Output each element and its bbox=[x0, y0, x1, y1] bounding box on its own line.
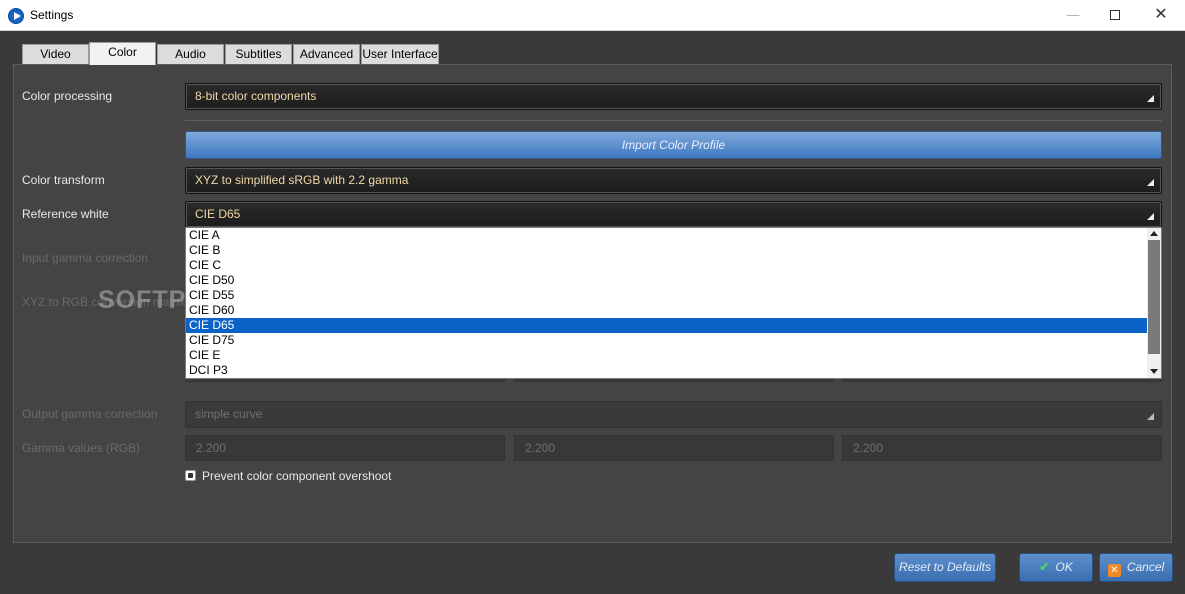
scroll-up-icon[interactable] bbox=[1150, 231, 1158, 236]
output-gamma-label: Output gamma correction bbox=[22, 407, 158, 421]
color-processing-value: 8-bit color components bbox=[195, 89, 317, 103]
color-transform-value: XYZ to simplified sRGB with 2.2 gamma bbox=[195, 173, 409, 187]
dropdown-arrow-icon bbox=[1147, 413, 1154, 420]
color-transform-select[interactable]: XYZ to simplified sRGB with 2.2 gamma bbox=[185, 167, 1162, 194]
cancel-icon: ✕ bbox=[1107, 564, 1121, 577]
tab-advanced[interactable]: Advanced bbox=[293, 44, 360, 64]
separator bbox=[185, 120, 1162, 121]
scrollbar-thumb[interactable] bbox=[1148, 240, 1160, 354]
ok-button[interactable]: ✔ OK bbox=[1019, 553, 1093, 582]
list-item[interactable]: CIE B bbox=[186, 243, 1147, 258]
list-item[interactable]: CIE E bbox=[186, 348, 1147, 363]
tab-subtitles[interactable]: Subtitles bbox=[225, 44, 292, 64]
scrollbar[interactable] bbox=[1147, 228, 1161, 378]
dropdown-arrow-icon bbox=[1147, 179, 1154, 186]
tab-color[interactable]: Color bbox=[89, 42, 156, 65]
list-item-selected[interactable]: CIE D65 bbox=[186, 318, 1147, 333]
app-icon bbox=[8, 8, 24, 24]
prevent-overshoot-label: Prevent color component overshoot bbox=[202, 469, 392, 483]
list-item[interactable]: CIE D60 bbox=[186, 303, 1147, 318]
window-title: Settings bbox=[30, 8, 74, 22]
cancel-label: Cancel bbox=[1126, 560, 1165, 574]
list-item[interactable]: CIE A bbox=[186, 228, 1147, 243]
minimize-button[interactable]: — bbox=[1050, 0, 1096, 30]
cancel-button[interactable]: ✕ Cancel bbox=[1099, 553, 1173, 582]
color-processing-select[interactable]: 8-bit color components bbox=[185, 83, 1162, 110]
input-gamma-label: Input gamma correction bbox=[22, 251, 149, 265]
dropdown-arrow-icon bbox=[1147, 213, 1154, 220]
maximize-icon bbox=[1110, 9, 1120, 20]
check-icon: ✔ bbox=[1039, 560, 1050, 574]
close-button[interactable]: ✕ bbox=[1138, 0, 1184, 30]
reference-white-list[interactable]: CIE A CIE B CIE C CIE D50 CIE D55 CIE D6… bbox=[185, 227, 1162, 379]
reset-defaults-button[interactable]: Reset to Defaults bbox=[894, 553, 996, 582]
dropdown-arrow-icon bbox=[1147, 95, 1154, 102]
gamma-b-field: 2.200 bbox=[842, 435, 1162, 461]
tab-video[interactable]: Video bbox=[22, 44, 89, 64]
list-item[interactable]: CIE D55 bbox=[186, 288, 1147, 303]
gamma-values-label: Gamma values (RGB) bbox=[22, 441, 141, 455]
output-gamma-value: simple curve bbox=[195, 407, 263, 421]
color-processing-label: Color processing bbox=[22, 89, 113, 103]
tab-audio[interactable]: Audio bbox=[157, 44, 224, 64]
reference-white-label: Reference white bbox=[22, 207, 109, 221]
reference-white-value: CIE D65 bbox=[195, 207, 241, 221]
color-transform-label: Color transform bbox=[22, 173, 105, 187]
prevent-overshoot-checkbox[interactable] bbox=[185, 470, 196, 481]
output-gamma-select: simple curve bbox=[185, 401, 1162, 428]
list-item[interactable]: DCI P3 bbox=[186, 363, 1147, 378]
gamma-g-field: 2.200 bbox=[514, 435, 834, 461]
tab-user-interface[interactable]: User Interface bbox=[361, 44, 439, 64]
reference-white-select[interactable]: CIE D65 bbox=[185, 201, 1162, 228]
title-bar: Settings — ✕ bbox=[0, 0, 1185, 31]
gamma-r-field: 2.200 bbox=[185, 435, 505, 461]
list-item[interactable]: CIE D75 bbox=[186, 333, 1147, 348]
list-item[interactable]: CIE C bbox=[186, 258, 1147, 273]
ok-label: OK bbox=[1055, 560, 1073, 574]
import-color-profile-button[interactable]: Import Color Profile bbox=[185, 131, 1162, 159]
maximize-button[interactable] bbox=[1092, 0, 1138, 30]
scroll-down-icon[interactable] bbox=[1150, 369, 1158, 374]
list-item[interactable]: CIE D50 bbox=[186, 273, 1147, 288]
